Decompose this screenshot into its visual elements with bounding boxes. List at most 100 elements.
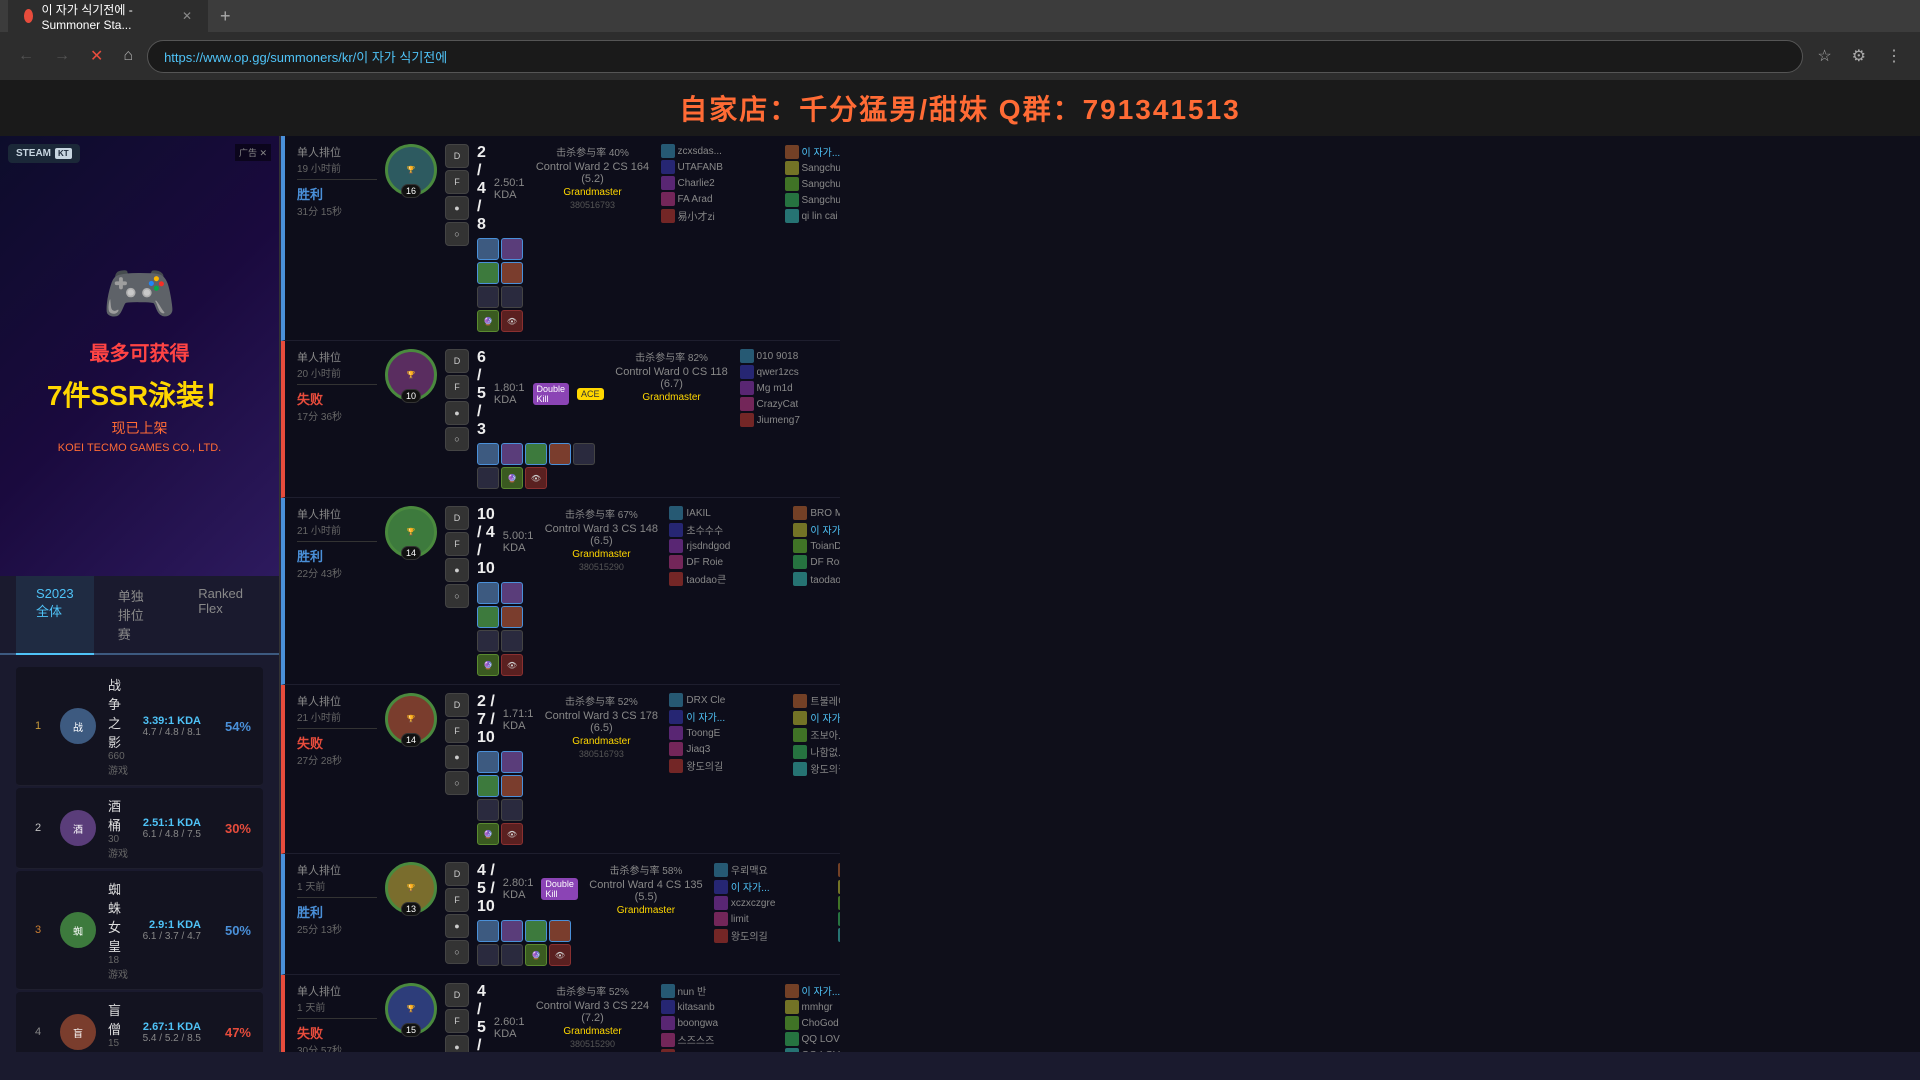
match-duration: 31分 15秒 [297, 203, 377, 218]
player-row: FA Arad [661, 192, 781, 206]
rune-1: ● [445, 914, 469, 938]
match-time: 21 小时前 [297, 709, 377, 724]
player-champ-icon [793, 539, 807, 553]
player-champ-icon [785, 1032, 799, 1046]
match-card[interactable]: 单人排位 20 小时前 失败 17分 36秒 🏆 10 D F ● [281, 341, 840, 498]
ward-slot: 🔮 [501, 467, 523, 489]
item-slot [573, 443, 595, 465]
player-lists: IAKIL 초수수수 rjsdndgod DF Roie taodao큰 BRO [669, 506, 840, 586]
player-name: DF Roie [686, 557, 723, 568]
champ-portrait: 🏆 14 [385, 506, 437, 558]
champion-row[interactable]: 4 盲 盲僧 15 游戏 2.67:1 KDA 5.4 / 5.2 / 8.5 … [16, 992, 263, 1052]
extensions-button[interactable]: ⚙ [1846, 42, 1872, 70]
match-items-section: 2 / 7 / 10 1.71:1 KDA 🔮 👁 [477, 693, 533, 845]
champ-portrait: 🏆 14 [385, 693, 437, 745]
champion-row[interactable]: 3 蜘 蜘蛛女皇 18 游戏 2.9:1 KDA 6.1 / 3.7 / 4.7… [16, 871, 263, 990]
player-name: 왕도의길 [686, 758, 723, 773]
match-result: 失败 [297, 1023, 377, 1042]
match-card[interactable]: 单人排位 1 天前 胜利 25分 13秒 🏆 13 D F ● ○ [281, 854, 840, 975]
match-duration: 25分 13秒 [297, 921, 377, 936]
reload-button[interactable]: ✕ [84, 42, 109, 70]
champ-level: 13 [401, 902, 421, 916]
player-row: 이 자가... [793, 710, 840, 725]
champion-kda-detail: 6.1 / 4.8 / 7.5 [143, 829, 201, 840]
item-slot [477, 262, 499, 284]
tab-solo[interactable]: 单独排位赛 [98, 576, 174, 655]
kda-ratio: 2.50:1 KDA [494, 177, 525, 201]
team-2-players: 트불레이1 이 자가... 조보아... 나함없... 왕도의길 [793, 693, 840, 776]
match-card[interactable]: 单人排位 19 小时前 胜利 31分 15秒 🏆 16 D F ● [281, 136, 840, 341]
item-slot [501, 238, 523, 260]
player-row: CrazyCat [740, 397, 840, 411]
tab-s2023[interactable]: S2023 全体 [16, 576, 94, 655]
player-row: 왕도의길 [793, 761, 840, 776]
ad-banner[interactable]: STEAM KT 广告 ✕ 🎮 最多可获得 7件SSR泳装！ 现已上架 KOEI… [0, 136, 279, 576]
player-champ-icon [838, 863, 840, 877]
match-card[interactable]: 单人排位 21 小时前 胜利 22分 43秒 🏆 14 D F ● [281, 498, 840, 685]
champ-portrait: 🏆 13 [385, 862, 437, 914]
player-name: 이 자가... [731, 879, 770, 894]
forward-button[interactable]: → [48, 43, 76, 69]
match-card[interactable]: 单人排位 1 天前 失败 30分 57秒 🏆 15 D F ● ○ [281, 975, 840, 1052]
player-row: zcxsdas... [661, 144, 781, 158]
player-lists: zcxsdas... UTAFANB Charlie2 FA Arad 易小才z… [661, 144, 841, 223]
menu-button[interactable]: ⋮ [1880, 42, 1908, 70]
player-row: Sangchu [785, 161, 841, 175]
match-queue: 单人排位 [297, 693, 377, 709]
match-time: 21 小时前 [297, 522, 377, 537]
player-champ-icon [661, 1033, 675, 1047]
match-items-section: 10 / 4 / 10 5.00:1 KDA 🔮 👁 [477, 506, 533, 676]
match-card[interactable]: 单人排位 21 小时前 失败 27分 28秒 🏆 14 D F ● [281, 685, 840, 854]
player-row: 010 9018 [740, 349, 840, 363]
player-row: 의외 도현 [838, 862, 840, 877]
player-row: rjsdndgod [669, 539, 789, 553]
kda-row: 6 / 5 / 3 1.80:1 KDA Double KillACE [477, 349, 604, 439]
participation-label: 击杀参与率 52% [533, 983, 653, 998]
tab-flex[interactable]: Ranked Flex [178, 576, 263, 655]
team-1-players: IAKIL 초수수수 rjsdndgod DF Roie taodao큰 [669, 506, 789, 586]
address-bar[interactable]: https://www.op.gg/summoners/kr/이 자가 식기전에 [147, 40, 1803, 73]
spell-2: F [445, 375, 469, 399]
item-slot [501, 286, 523, 308]
match-stats: 击杀参与率 58% Control Ward 4 CS 135 (5.5) Gr… [586, 862, 706, 916]
player-name: nun 반 [678, 983, 707, 998]
player-row: ToianD [793, 539, 840, 553]
item-grid: 🔮 👁 [477, 238, 525, 332]
player-row: 易小才zi [661, 208, 781, 223]
player-champ-icon [838, 896, 840, 910]
player-name: 易小才zi [678, 208, 715, 223]
rune-2: ○ [445, 771, 469, 795]
spell-section: D F ● ○ [445, 506, 469, 608]
left-ad-panel: STEAM KT 广告 ✕ 🎮 最多可获得 7件SSR泳装！ 现已上架 KOEI… [0, 136, 280, 1052]
rune-1: ● [445, 745, 469, 769]
player-champ-icon [785, 161, 799, 175]
back-button[interactable]: ← [12, 43, 40, 69]
player-row: 이 자가... [793, 522, 840, 537]
player-champ-icon [838, 880, 840, 894]
match-left-info: 单人排位 20 小时前 失败 17分 36秒 [297, 349, 377, 423]
close-tab-icon[interactable]: ✕ [182, 9, 192, 23]
match-items-section: 2 / 4 / 8 2.50:1 KDA 🔮 👁 [477, 144, 525, 332]
player-champ-icon [785, 209, 799, 223]
ad-close-badge[interactable]: 广告 ✕ [235, 144, 271, 161]
player-name: 왕도의길 [810, 761, 840, 776]
player-name: ChoGod [802, 1018, 839, 1029]
player-champ-icon [661, 160, 675, 174]
item-slot [501, 751, 523, 773]
match-stats: 击杀参与率 52% Control Ward 3 CS 224 (7.2) Gr… [533, 983, 653, 1049]
champion-kda: 2.51:1 KDA [143, 817, 201, 829]
trinket-slot: 👁 [525, 467, 547, 489]
champion-name: 酒桶 [108, 796, 131, 834]
player-row: QQ LOVE [785, 1032, 841, 1046]
rune-2: ○ [445, 222, 469, 246]
champion-row[interactable]: 2 酒 酒桶 30 游戏 2.51:1 KDA 6.1 / 4.8 / 7.5 … [16, 788, 263, 869]
bookmark-button[interactable]: ☆ [1811, 42, 1837, 70]
match-duration: 22分 43秒 [297, 565, 377, 580]
home-button[interactable]: ⌂ [117, 43, 139, 69]
player-champ-icon [669, 506, 683, 520]
item-slot [501, 606, 523, 628]
champion-row[interactable]: 1 战 战争之影 660 游戏 3.39:1 KDA 4.7 / 4.8 / 8… [16, 667, 263, 786]
player-name: 우뢰맥요 [731, 862, 768, 877]
new-tab-button[interactable]: + [212, 6, 239, 27]
player-row: ToongE [669, 726, 789, 740]
